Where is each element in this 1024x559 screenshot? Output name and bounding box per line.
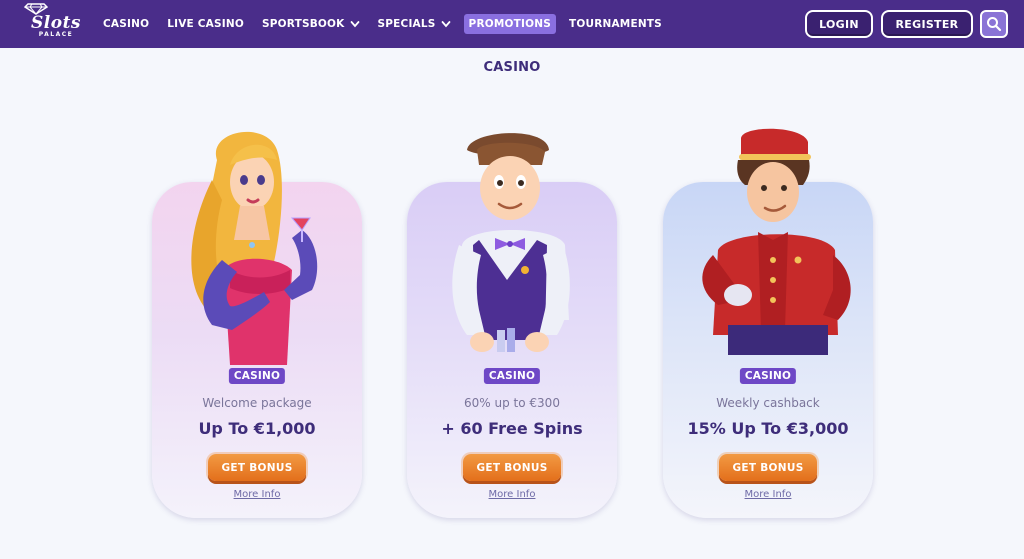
main-nav: CASINO LIVE CASINO SPORTSBOOK SPECIALS P… bbox=[98, 0, 675, 48]
nav-casino[interactable]: CASINO bbox=[98, 14, 154, 34]
nav-live-casino[interactable]: LIVE CASINO bbox=[162, 14, 249, 34]
promo-card-cashback: CASINO Weekly cashback 15% Up To €3,000 … bbox=[663, 120, 873, 520]
get-bonus-button[interactable]: GET BONUS bbox=[208, 454, 306, 481]
nav-label: TOURNAMENTS bbox=[568, 18, 662, 30]
nav-sportsbook[interactable]: SPORTSBOOK bbox=[257, 14, 365, 34]
offer-subtitle: Weekly cashback bbox=[716, 396, 820, 410]
nav-label: SPORTSBOOK bbox=[262, 18, 345, 30]
offer-headline: + 60 Free Spins bbox=[441, 419, 583, 438]
category-badge: CASINO bbox=[483, 368, 541, 384]
nav-label: PROMOTIONS bbox=[468, 18, 551, 30]
offer-headline: 15% Up To €3,000 bbox=[687, 419, 849, 438]
category-badge: CASINO bbox=[228, 368, 286, 384]
section-title: CASINO bbox=[483, 60, 541, 75]
nav-label: CASINO bbox=[103, 18, 150, 30]
promo-card-free-spins: CASINO 60% up to €300 + 60 Free Spins GE… bbox=[407, 120, 617, 520]
nav-specials[interactable]: SPECIALS bbox=[373, 14, 456, 34]
offer-headline: Up To €1,000 bbox=[198, 419, 316, 438]
offer-subtitle: 60% up to €300 bbox=[464, 396, 560, 410]
more-info-link[interactable]: More Info bbox=[152, 489, 362, 500]
croupier-character-illustration bbox=[452, 133, 570, 352]
chevron-down-icon bbox=[441, 21, 450, 28]
register-button[interactable]: REGISTER bbox=[881, 10, 973, 38]
nav-promotions[interactable]: PROMOTIONS bbox=[463, 14, 556, 34]
search-icon bbox=[987, 17, 1002, 32]
offer-subtitle: Welcome package bbox=[202, 396, 312, 410]
bellboy-character-illustration bbox=[702, 128, 851, 355]
chevron-down-icon bbox=[350, 21, 359, 28]
search-button[interactable] bbox=[980, 10, 1008, 38]
slots-palace-logo[interactable]: Slots PALACE bbox=[24, 3, 88, 43]
category-badge: CASINO bbox=[739, 368, 797, 384]
get-bonus-button[interactable]: GET BONUS bbox=[463, 454, 561, 481]
more-info-link[interactable]: More Info bbox=[407, 489, 617, 500]
more-info-link[interactable]: More Info bbox=[663, 489, 873, 500]
nav-tournaments[interactable]: TOURNAMENTS bbox=[564, 14, 667, 34]
logo-wordmark: Slots bbox=[31, 13, 81, 33]
lady-character-illustration bbox=[191, 131, 318, 365]
promo-card-welcome: CASINO Welcome package Up To €1,000 GET … bbox=[152, 120, 362, 520]
nav-label: SPECIALS bbox=[377, 18, 436, 30]
nav-label: LIVE CASINO bbox=[167, 18, 244, 30]
get-bonus-button[interactable]: GET BONUS bbox=[719, 454, 817, 481]
login-button[interactable]: LOGIN bbox=[805, 10, 873, 38]
top-navigation-bar: Slots PALACE CASINO LIVE CASINO SPORTSBO… bbox=[0, 0, 1024, 48]
